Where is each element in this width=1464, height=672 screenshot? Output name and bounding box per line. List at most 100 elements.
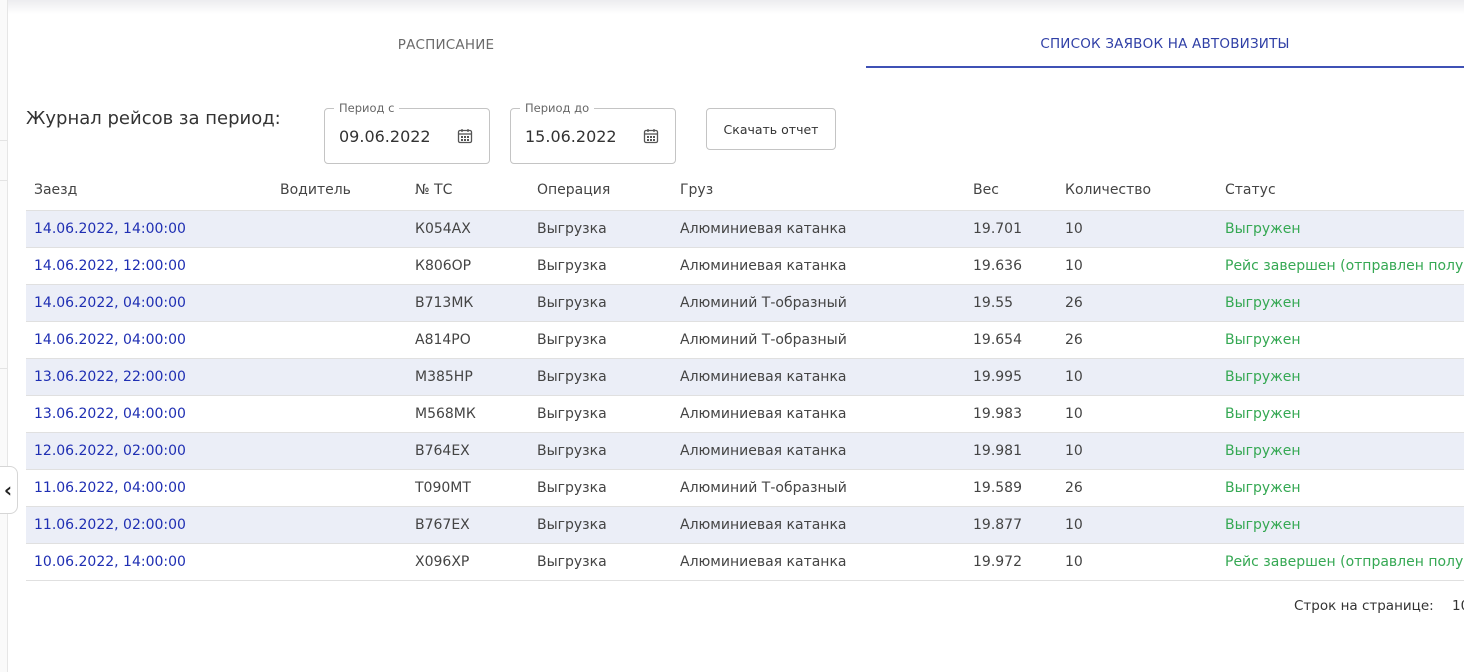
operation-cell: Выгрузка [537, 295, 607, 311]
period-to-value[interactable]: 15.06.2022 [525, 127, 617, 146]
status-cell: Выгружен [1225, 332, 1301, 348]
cargo-cell: Алюминиевая катанка [680, 554, 847, 570]
quantity-cell: 26 [1065, 332, 1083, 348]
table-row[interactable]: 11.06.2022, 04:00:00 Т090МТ Выгрузка Алю… [26, 470, 1464, 507]
weight-cell: 19.654 [973, 332, 1022, 348]
column-header-weight[interactable]: Вес [973, 182, 999, 198]
status-cell: Выгружен [1225, 295, 1301, 311]
cargo-cell: Алюминий Т-образный [680, 332, 847, 348]
status-cell: Выгружен [1225, 406, 1301, 422]
arrival-link[interactable]: 14.06.2022, 04:00:00 [34, 332, 186, 348]
app-page: РАСПИСАНИЕ СПИСОК ЗАЯВОК НА АВТОВИЗИТЫ Ж… [0, 0, 1464, 672]
status-cell: Выгружен [1225, 369, 1301, 385]
table-row[interactable]: 13.06.2022, 22:00:00 М385НР Выгрузка Алю… [26, 359, 1464, 396]
cargo-cell: Алюминиевая катанка [680, 517, 847, 533]
weight-cell: 19.995 [973, 369, 1022, 385]
vehicle-cell: Х096ХР [415, 554, 470, 570]
table-row[interactable]: 14.06.2022, 12:00:00 К806ОР Выгрузка Алю… [26, 248, 1464, 285]
column-header-operation[interactable]: Операция [537, 182, 610, 198]
cargo-cell: Алюминиевая катанка [680, 406, 847, 422]
status-cell: Выгружен [1225, 517, 1301, 533]
calendar-icon[interactable] [643, 128, 659, 144]
vehicle-cell: М385НР [415, 369, 473, 385]
quantity-cell: 10 [1065, 517, 1083, 533]
arrival-link[interactable]: 14.06.2022, 12:00:00 [34, 258, 186, 274]
vehicle-cell: М568МК [415, 406, 476, 422]
cargo-cell: Алюминиевая катанка [680, 443, 847, 459]
column-header-cargo[interactable]: Груз [680, 182, 713, 198]
arrival-link[interactable]: 11.06.2022, 04:00:00 [34, 480, 186, 496]
weight-cell: 19.701 [973, 221, 1022, 237]
left-panel-edge [0, 0, 8, 672]
left-panel-divider [0, 140, 7, 141]
cargo-cell: Алюминиевая катанка [680, 258, 847, 274]
vehicle-cell: Т090МТ [415, 480, 471, 496]
vehicle-cell: В767ЕХ [415, 517, 470, 533]
status-cell: Рейс завершен (отправлен полу [1225, 554, 1464, 570]
operation-cell: Выгрузка [537, 480, 607, 496]
download-report-button[interactable]: Скачать отчет [706, 108, 836, 150]
column-header-status[interactable]: Статус [1225, 182, 1276, 198]
tab-visit-requests[interactable]: СПИСОК ЗАЯВОК НА АВТОВИЗИТЫ [866, 22, 1464, 68]
table-row[interactable]: 10.06.2022, 14:00:00 Х096ХР Выгрузка Алю… [26, 544, 1464, 581]
quantity-cell: 26 [1065, 295, 1083, 311]
top-shadow [0, 0, 1464, 14]
status-cell: Выгружен [1225, 480, 1301, 496]
arrival-link[interactable]: 11.06.2022, 02:00:00 [34, 517, 186, 533]
table-row[interactable]: 14.06.2022, 04:00:00 А814РО Выгрузка Алю… [26, 322, 1464, 359]
table-row[interactable]: 13.06.2022, 04:00:00 М568МК Выгрузка Алю… [26, 396, 1464, 433]
arrival-link[interactable]: 12.06.2022, 02:00:00 [34, 443, 186, 459]
vehicle-cell: В713МК [415, 295, 474, 311]
quantity-cell: 10 [1065, 406, 1083, 422]
weight-cell: 19.972 [973, 554, 1022, 570]
vehicle-cell: К806ОР [415, 258, 472, 274]
column-header-quantity[interactable]: Количество [1065, 182, 1151, 198]
weight-cell: 19.589 [973, 480, 1022, 496]
operation-cell: Выгрузка [537, 517, 607, 533]
sidebar-toggle-button[interactable]: ‹ [0, 466, 18, 514]
cargo-cell: Алюминиевая катанка [680, 221, 847, 237]
column-header-vehicle[interactable]: № ТС [415, 182, 452, 198]
arrival-link[interactable]: 10.06.2022, 14:00:00 [34, 554, 186, 570]
tab-schedule[interactable]: РАСПИСАНИЕ [26, 22, 866, 68]
status-cell: Выгружен [1225, 221, 1301, 237]
operation-cell: Выгрузка [537, 332, 607, 348]
table-row[interactable]: 14.06.2022, 04:00:00 В713МК Выгрузка Алю… [26, 285, 1464, 322]
left-panel-divider [0, 368, 7, 369]
operation-cell: Выгрузка [537, 406, 607, 422]
status-cell: Выгружен [1225, 443, 1301, 459]
status-cell: Рейс завершен (отправлен полу [1225, 258, 1464, 274]
table-row[interactable]: 11.06.2022, 02:00:00 В767ЕХ Выгрузка Алю… [26, 507, 1464, 544]
arrival-link[interactable]: 14.06.2022, 14:00:00 [34, 221, 186, 237]
table-row[interactable]: 14.06.2022, 14:00:00 К054АХ Выгрузка Алю… [26, 211, 1464, 248]
rows-per-page-label: Строк на странице: [1294, 598, 1434, 614]
left-panel-divider [0, 180, 7, 181]
cargo-cell: Алюминий Т-образный [680, 480, 847, 496]
period-from-field[interactable]: Период с 09.06.2022 [324, 101, 490, 164]
arrival-link[interactable]: 13.06.2022, 04:00:00 [34, 406, 186, 422]
quantity-cell: 26 [1065, 480, 1083, 496]
vehicle-cell: В764ЕХ [415, 443, 470, 459]
period-from-label: Период с [334, 101, 400, 115]
arrival-link[interactable]: 13.06.2022, 22:00:00 [34, 369, 186, 385]
calendar-icon[interactable] [457, 128, 473, 144]
operation-cell: Выгрузка [537, 554, 607, 570]
period-from-value[interactable]: 09.06.2022 [339, 127, 431, 146]
weight-cell: 19.636 [973, 258, 1022, 274]
quantity-cell: 10 [1065, 221, 1083, 237]
period-to-field[interactable]: Период до 15.06.2022 [510, 101, 676, 164]
quantity-cell: 10 [1065, 258, 1083, 274]
column-header-driver[interactable]: Водитель [280, 182, 351, 198]
operation-cell: Выгрузка [537, 258, 607, 274]
quantity-cell: 10 [1065, 554, 1083, 570]
operation-cell: Выгрузка [537, 443, 607, 459]
quantity-cell: 10 [1065, 369, 1083, 385]
table-header: Заезд Водитель № ТС Операция Груз Вес Ко… [26, 171, 1464, 211]
rows-per-page-select[interactable]: 10 [1452, 598, 1464, 614]
column-header-arrival[interactable]: Заезд [34, 182, 77, 198]
table-row[interactable]: 12.06.2022, 02:00:00 В764ЕХ Выгрузка Алю… [26, 433, 1464, 470]
journal-title: Журнал рейсов за период: [26, 108, 281, 129]
operation-cell: Выгрузка [537, 369, 607, 385]
arrival-link[interactable]: 14.06.2022, 04:00:00 [34, 295, 186, 311]
weight-cell: 19.55 [973, 295, 1014, 311]
